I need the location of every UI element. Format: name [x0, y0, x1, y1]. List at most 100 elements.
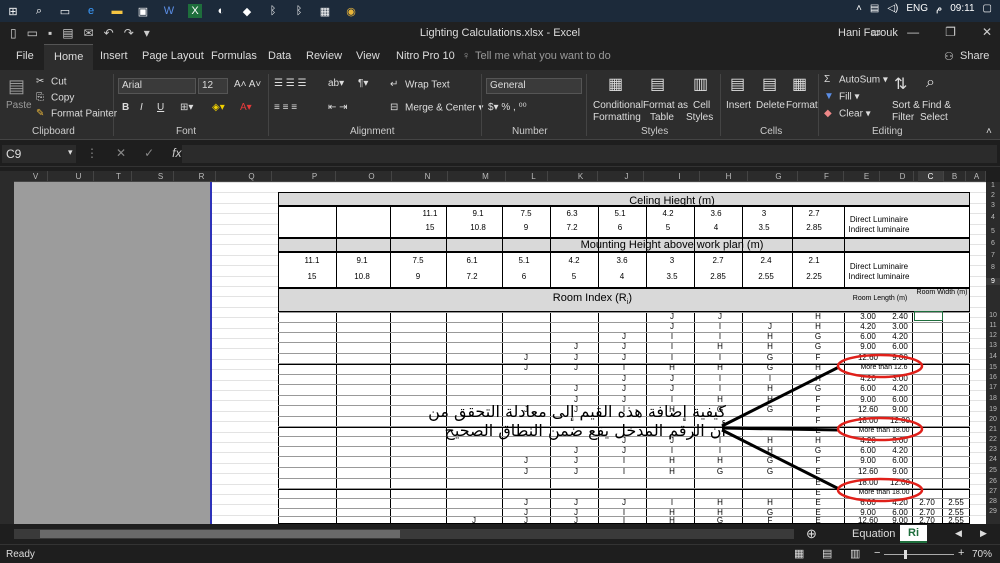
- row-header-19[interactable]: 19: [986, 406, 1000, 413]
- sheet-tab-equation[interactable]: Equation: [852, 528, 895, 540]
- row-header-7[interactable]: 7: [986, 252, 1000, 259]
- row-header-4[interactable]: 4: [986, 214, 1000, 221]
- autosum-button[interactable]: Σ AutoSum ▾: [824, 74, 888, 86]
- sort-filter-button[interactable]: Sort &: [892, 100, 920, 111]
- column-header-G[interactable]: G: [760, 171, 798, 182]
- insert-function-icon[interactable]: fx: [172, 146, 181, 160]
- page-layout-view-icon[interactable]: ▤: [822, 547, 832, 560]
- tab-nitro[interactable]: Nitro Pro 10: [396, 50, 455, 62]
- restore-icon[interactable]: ❐: [945, 25, 956, 39]
- app-icon[interactable]: ◐: [214, 4, 228, 18]
- currency-icon[interactable]: $▾ % , ⁰⁰: [488, 102, 527, 113]
- format-painter-button[interactable]: ✎ Format Painter: [36, 108, 117, 120]
- column-header-L[interactable]: L: [520, 171, 548, 182]
- clear-button[interactable]: ◆ Clear ▾: [824, 108, 871, 120]
- bluetooth2-icon[interactable]: ᛒ: [292, 4, 306, 18]
- column-header-H[interactable]: H: [710, 171, 748, 182]
- share-button[interactable]: Share: [960, 50, 989, 62]
- edge-icon[interactable]: e: [84, 4, 98, 18]
- tab-review[interactable]: Review: [306, 50, 342, 62]
- minimize-icon[interactable]: —: [907, 25, 919, 39]
- chevron-up-icon[interactable]: ˄: [856, 3, 862, 14]
- tab-data[interactable]: Data: [268, 50, 291, 62]
- cell-styles-button[interactable]: Cell: [693, 100, 710, 111]
- share-icon[interactable]: ⚇: [944, 50, 954, 63]
- row-header-29[interactable]: 29: [986, 508, 1000, 515]
- row-header-5[interactable]: 5: [986, 228, 1000, 235]
- delete-cells-icon[interactable]: ▤: [762, 74, 777, 94]
- row-header-2[interactable]: 2: [986, 192, 1000, 199]
- notifications-icon[interactable]: ▢: [983, 3, 992, 14]
- zoom-slider[interactable]: [884, 554, 954, 555]
- windows-start-icon[interactable]: ⊞: [6, 4, 20, 18]
- column-header-F[interactable]: F: [810, 171, 844, 182]
- delete-cells-button[interactable]: Delete: [756, 100, 785, 111]
- column-header-N[interactable]: N: [408, 171, 448, 182]
- conditional-formatting-button[interactable]: Conditional: [593, 100, 643, 111]
- chrome-icon[interactable]: ◉: [344, 4, 358, 18]
- column-header-T[interactable]: T: [106, 171, 132, 182]
- row-header-10[interactable]: 10: [986, 312, 1000, 319]
- grow-font-icon[interactable]: A˄ A˅: [234, 79, 261, 90]
- network-icon[interactable]: ▤: [870, 3, 879, 14]
- find-select-icon[interactable]: ⌕: [926, 74, 935, 92]
- zoom-out-icon[interactable]: −: [874, 547, 880, 559]
- close-icon[interactable]: ✕: [982, 25, 992, 39]
- row-header-16[interactable]: 16: [986, 374, 1000, 381]
- column-header-C[interactable]: C: [918, 171, 944, 182]
- cell-styles-icon[interactable]: ▥: [693, 74, 708, 94]
- row-header-9[interactable]: 9: [986, 278, 1000, 285]
- row-header-26[interactable]: 26: [986, 478, 1000, 485]
- scroll-left-icon[interactable]: ◀: [955, 528, 962, 539]
- rtl-icon[interactable]: ¶▾: [358, 78, 368, 89]
- add-sheet-icon[interactable]: ⊕: [806, 526, 817, 542]
- row-header-22[interactable]: 22: [986, 436, 1000, 443]
- row-header-8[interactable]: 8: [986, 264, 1000, 271]
- clock[interactable]: 09:11: [950, 3, 974, 14]
- tab-view[interactable]: View: [356, 50, 380, 62]
- row-header-3[interactable]: 3: [986, 202, 1000, 209]
- row-header-6[interactable]: 6: [986, 240, 1000, 247]
- page-break-view-icon[interactable]: ▥: [850, 547, 860, 560]
- enter-icon[interactable]: ✓: [144, 146, 154, 160]
- row-header-20[interactable]: 20: [986, 416, 1000, 423]
- font-name-select[interactable]: Arial: [118, 78, 196, 94]
- vertical-scrollbar[interactable]: [0, 171, 14, 524]
- row-header-25[interactable]: 25: [986, 467, 1000, 474]
- column-header-P[interactable]: P: [294, 171, 336, 182]
- column-header-O[interactable]: O: [352, 171, 392, 182]
- underline-button[interactable]: U: [157, 102, 164, 113]
- row-header-11[interactable]: 11: [986, 322, 1000, 329]
- zoom-slider-thumb[interactable]: [904, 550, 907, 559]
- row-header-15[interactable]: 15: [986, 364, 1000, 371]
- insert-cells-icon[interactable]: ▤: [730, 74, 745, 94]
- conditional-formatting-icon[interactable]: ▦: [608, 74, 623, 94]
- language-indicator[interactable]: ENG: [906, 3, 928, 14]
- sheet-tab-ri[interactable]: Ri: [900, 525, 927, 543]
- column-header-U[interactable]: U: [64, 171, 94, 182]
- tab-formulas[interactable]: Formulas: [211, 50, 257, 62]
- format-cells-button[interactable]: Format: [786, 100, 818, 111]
- row-header-17[interactable]: 17: [986, 384, 1000, 391]
- column-header-V[interactable]: V: [24, 171, 48, 182]
- wrap-text-button[interactable]: ↵ Wrap Text: [390, 79, 450, 91]
- indent-icon[interactable]: ⇤ ⇥: [328, 102, 348, 113]
- number-format-select[interactable]: General: [486, 78, 582, 94]
- name-box-dropdown-icon[interactable]: ▾: [68, 147, 73, 158]
- column-header-B[interactable]: B: [944, 171, 966, 182]
- borders-icon[interactable]: ⊞▾: [180, 102, 193, 113]
- row-header-12[interactable]: 12: [986, 332, 1000, 339]
- normal-view-icon[interactable]: ▦: [794, 547, 804, 560]
- row-header-1[interactable]: 1: [986, 182, 1000, 189]
- column-header-M[interactable]: M: [466, 171, 506, 182]
- row-header-21[interactable]: 21: [986, 426, 1000, 433]
- cut-button[interactable]: ✂ Cut: [36, 76, 67, 88]
- row-header-23[interactable]: 23: [986, 446, 1000, 453]
- worksheet-grid[interactable]: 11.1 9.1 7.5 6.3 5.1 4.2 3.6 3 2.7 15 10.8 9 7.2 6 5 4 3…: [210, 182, 986, 524]
- volume-icon[interactable]: ◁): [887, 3, 898, 14]
- merge-center-button[interactable]: ⊟ Merge & Center ▾: [390, 102, 483, 114]
- calculator-icon[interactable]: ▦: [318, 4, 332, 18]
- fill-button[interactable]: ▼ Fill ▾: [824, 91, 860, 103]
- row-header-13[interactable]: 13: [986, 342, 1000, 349]
- column-header-J[interactable]: J: [610, 171, 644, 182]
